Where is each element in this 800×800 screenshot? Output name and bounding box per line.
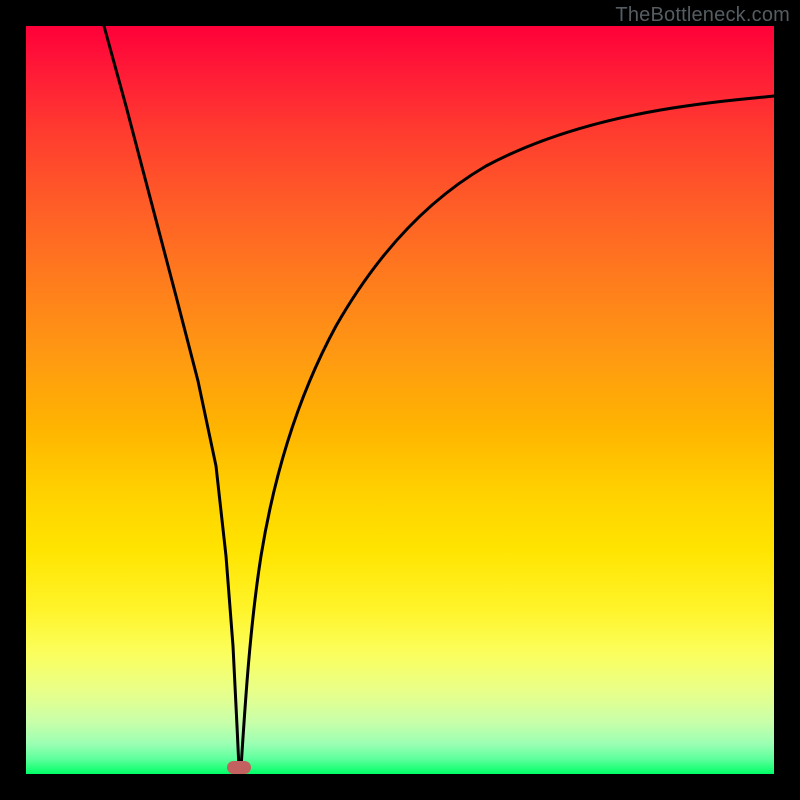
curve-left-branch [104, 26, 239, 768]
bottleneck-curves [26, 26, 774, 774]
curve-right-branch [241, 96, 774, 768]
chart-frame: TheBottleneck.com [0, 0, 800, 800]
watermark-text: TheBottleneck.com [615, 4, 790, 27]
plot-area [26, 26, 774, 774]
balance-point-marker [227, 761, 251, 774]
